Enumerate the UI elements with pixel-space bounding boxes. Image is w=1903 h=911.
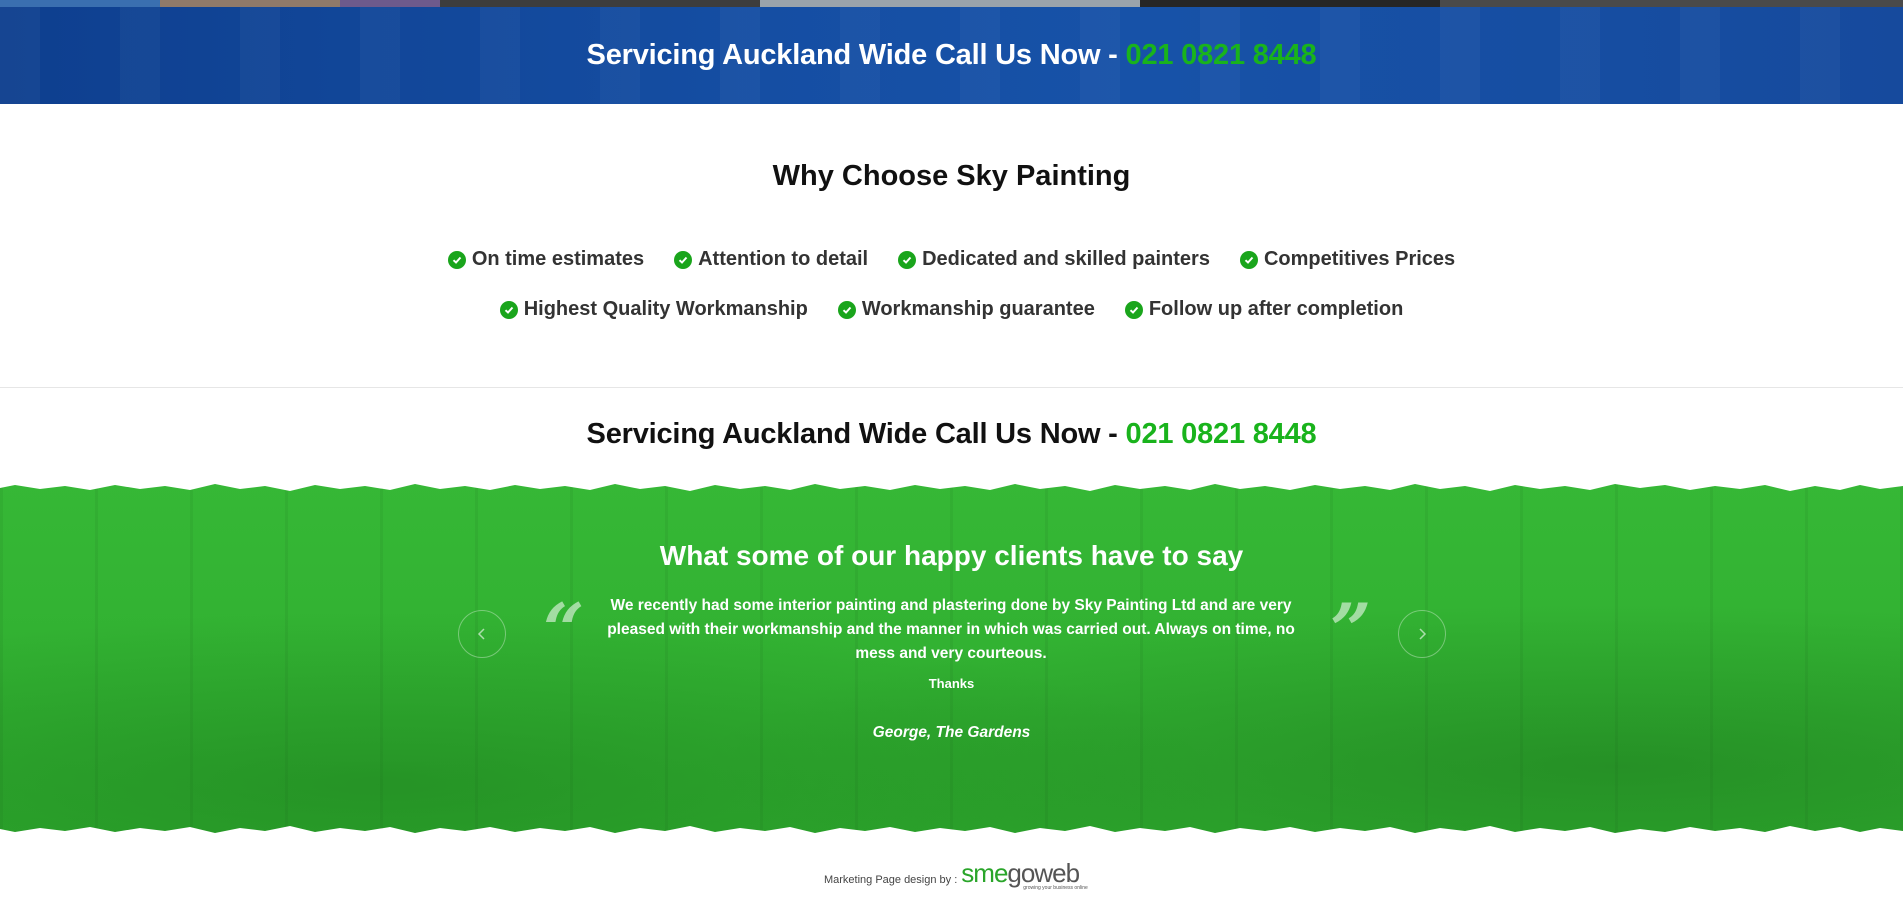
smegoweb-logo[interactable]: smegoweb growing your business online: [961, 858, 1087, 891]
feature-label: Follow up after completion: [1148, 298, 1404, 320]
logo-goweb-text: goweb: [1007, 858, 1080, 888]
feature-item: Dedicated and skilled painters: [898, 248, 1210, 271]
testimonial-quote: We recently had some interior painting a…: [607, 597, 1295, 662]
features-row-1: On time estimates Attention to detail De…: [0, 248, 1903, 271]
feature-item: Workmanship guarantee: [837, 298, 1095, 321]
call-banner: Servicing Auckland Wide Call Us Now - 02…: [0, 7, 1903, 104]
testimonial-title: What some of our happy clients have to s…: [659, 540, 1244, 571]
header-photo-strip: [0, 0, 1903, 7]
open-quote-icon: “: [543, 587, 585, 672]
torn-edge-top: [0, 480, 1903, 491]
check-circle-icon: [447, 250, 466, 269]
call-section-text: Servicing Auckland Wide Call Us Now - 02…: [0, 418, 1903, 451]
feature-label: Workmanship guarantee: [861, 298, 1095, 320]
check-circle-icon: [1124, 300, 1143, 319]
call-section-phone-link[interactable]: 021 0821 8448: [1126, 418, 1317, 450]
feature-label: On time estimates: [471, 248, 645, 270]
check-circle-icon: [1239, 250, 1258, 269]
feature-item: Highest Quality Workmanship: [499, 298, 808, 321]
testimonial-author: George, The Gardens: [872, 724, 1031, 741]
torn-edge-bottom: [0, 826, 1903, 838]
close-quote-icon: ”: [1330, 587, 1372, 672]
call-banner-text: Servicing Auckland Wide Call Us Now - 02…: [587, 39, 1317, 72]
testimonial-next-button[interactable]: [1398, 610, 1446, 658]
logo-tagline: growing your business online: [1023, 885, 1088, 891]
check-circle-icon: [898, 250, 917, 269]
feature-label: Competitives Prices: [1263, 248, 1456, 270]
feature-item: Follow up after completion: [1124, 298, 1404, 321]
check-circle-icon: [499, 300, 518, 319]
call-section-label: Servicing Auckland Wide Call Us Now -: [586, 418, 1126, 450]
check-circle-icon: [674, 250, 693, 269]
features-row-2: Highest Quality Workmanship Workmanship …: [0, 298, 1903, 321]
feature-item: Competitives Prices: [1239, 248, 1456, 271]
feature-item: Attention to detail: [674, 248, 868, 271]
check-circle-icon: [837, 300, 856, 319]
section-divider: [0, 387, 1903, 388]
footer-credit-label: Marketing Page design by :: [823, 874, 958, 886]
feature-label: Highest Quality Workmanship: [523, 298, 808, 320]
chevron-right-icon: [1419, 628, 1427, 640]
why-choose-title: Why Choose Sky Painting: [772, 160, 1131, 192]
footer: Marketing Page design by : smegoweb grow…: [0, 858, 1903, 891]
call-banner-label: Servicing Auckland Wide Call Us Now -: [586, 39, 1126, 71]
feature-label: Attention to detail: [698, 248, 869, 270]
testimonial-section: What some of our happy clients have to s…: [0, 480, 1903, 838]
testimonial-prev-button[interactable]: [458, 610, 506, 658]
feature-label: Dedicated and skilled painters: [922, 248, 1210, 270]
chevron-left-icon: [477, 628, 485, 640]
feature-item: On time estimates: [447, 248, 645, 271]
logo-sme-text: sme: [961, 858, 1008, 888]
testimonial-thanks: Thanks: [928, 676, 975, 691]
call-banner-phone-link[interactable]: 021 0821 8448: [1126, 39, 1317, 71]
